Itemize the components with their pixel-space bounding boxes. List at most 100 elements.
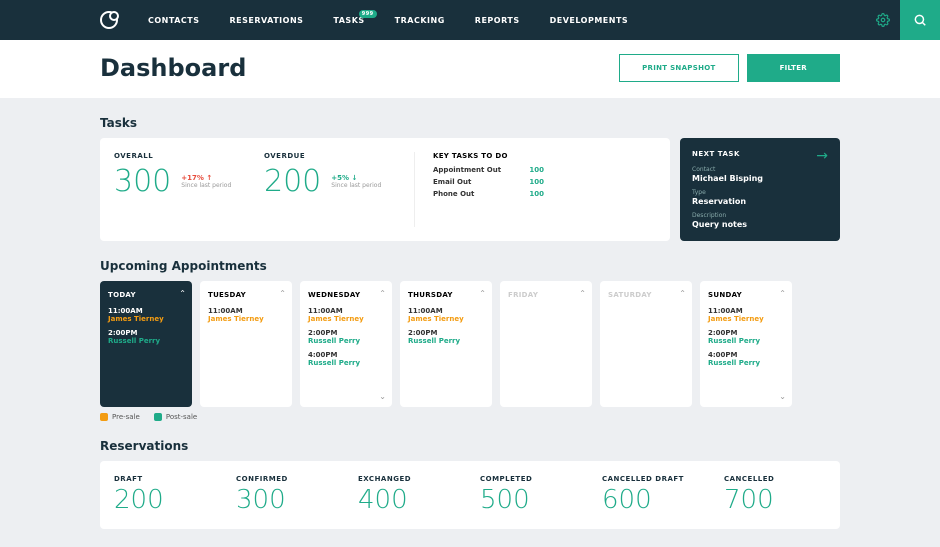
res-label: COMPLETED (480, 475, 582, 483)
reservation-col: CONFIRMED300 (236, 475, 338, 515)
res-label: CANCELLED DRAFT (602, 475, 704, 483)
chevron-up-icon: ⌃ (579, 289, 586, 298)
square-icon (154, 413, 162, 421)
appointment[interactable]: 11:00AMJames Tierney (208, 307, 284, 323)
next-task-label: Contact (692, 166, 828, 173)
appt-name: Russell Perry (308, 359, 384, 367)
nav-tasks[interactable]: TASKS999 (333, 16, 364, 25)
appointment[interactable]: 2:00PMRussell Perry (708, 329, 784, 345)
appt-time: 2:00PM (408, 329, 484, 337)
day-name: THURSDAY (408, 291, 484, 299)
stat-overdue: OVERDUE 200 +5% ↓ Since last period (264, 152, 414, 227)
key-task-row: Email Out100 (433, 178, 544, 186)
next-task-contact: Michael Bisping (692, 174, 828, 183)
chevron-up-icon: ⌃ (279, 289, 286, 298)
legend: Pre-sale Post-sale (100, 413, 840, 421)
appointment[interactable]: 4:00PMRussell Perry (708, 351, 784, 367)
appt-name: James Tierney (308, 315, 384, 323)
tasks-row: OVERALL 300 +17% ↑ Since last period OVE… (100, 138, 840, 241)
upcoming-title: Upcoming Appointments (100, 259, 840, 273)
res-value: 600 (602, 485, 704, 515)
nav-reservations[interactable]: RESERVATIONS (229, 16, 303, 25)
search-icon (913, 13, 927, 27)
nav-developments[interactable]: DEVELOPMENTS (550, 16, 629, 25)
appt-time: 11:00AM (208, 307, 284, 315)
appt-time: 11:00AM (308, 307, 384, 315)
res-value: 200 (114, 485, 216, 515)
next-task-title: NEXT TASK (692, 150, 828, 158)
appointment[interactable]: 11:00AMJames Tierney (408, 307, 484, 323)
stat-label: OVERALL (114, 152, 264, 160)
logo-icon[interactable] (100, 11, 118, 29)
appt-name: Russell Perry (108, 337, 184, 345)
chevron-up-icon: ⌃ (779, 289, 786, 298)
day-card[interactable]: TODAY⌃ 11:00AMJames Tierney 2:00PMRussell … (100, 281, 192, 407)
topbar-right (866, 0, 940, 40)
settings-button[interactable] (866, 0, 900, 40)
day-card[interactable]: THURSDAY⌃ 11:00AMJames Tierney 2:00PMRusse… (400, 281, 492, 407)
gear-icon (876, 13, 890, 27)
appt-name: Russell Perry (408, 337, 484, 345)
appt-name: Russell Perry (308, 337, 384, 345)
appointment[interactable]: 11:00AMJames Tierney (108, 307, 184, 323)
stat-value: 200 (264, 164, 321, 199)
filter-button[interactable]: FILTER (747, 54, 840, 82)
res-value: 500 (480, 485, 582, 515)
next-task-label: Description (692, 212, 828, 219)
nav-contacts[interactable]: CONTACTS (148, 16, 199, 25)
next-task-desc: Query notes (692, 220, 828, 229)
appt-time: 2:00PM (708, 329, 784, 337)
appointment[interactable]: 2:00PMRussell Perry (308, 329, 384, 345)
res-label: DRAFT (114, 475, 216, 483)
chevron-up-icon: ⌃ (379, 289, 386, 298)
page-header: Dashboard PRINT SNAPSHOT FILTER (0, 40, 940, 98)
appointment[interactable]: 11:00AMJames Tierney (308, 307, 384, 323)
appt-name: Russell Perry (708, 337, 784, 345)
appointment[interactable]: 4:00PMRussell Perry (308, 351, 384, 367)
next-task-card[interactable]: NEXT TASK → Contact Michael Bisping Type… (680, 138, 840, 241)
nav-tracking[interactable]: TRACKING (395, 16, 445, 25)
appointment[interactable]: 2:00PMRussell Perry (408, 329, 484, 345)
day-name: SATURDAY (608, 291, 684, 299)
nav-links: CONTACTS RESERVATIONS TASKS999 TRACKING … (148, 16, 866, 25)
day-card[interactable]: SATURDAY⌃ (600, 281, 692, 407)
search-button[interactable] (900, 0, 940, 40)
appt-name: James Tierney (108, 315, 184, 323)
res-label: EXCHANGED (358, 475, 460, 483)
appointment[interactable]: 11:00AMJames Tierney (708, 307, 784, 323)
stat-delta: +17% ↑ (181, 174, 231, 182)
next-task-type: Reservation (692, 197, 828, 206)
appt-time: 4:00PM (308, 351, 384, 359)
top-nav: CONTACTS RESERVATIONS TASKS999 TRACKING … (0, 0, 940, 40)
reservation-col: DRAFT 200 (114, 475, 216, 515)
chevron-up-icon: ⌃ (179, 289, 186, 298)
nav-reports[interactable]: REPORTS (475, 16, 520, 25)
res-label: CANCELLED (724, 475, 826, 483)
appointment[interactable]: 2:00PMRussell Perry (108, 329, 184, 345)
appt-name: James Tierney (208, 315, 284, 323)
key-tasks: KEY TASKS TO DO Appointment Out100 Email… (414, 152, 544, 227)
day-card[interactable]: WEDNESDAY⌃11:00AMJames Tierney2:00PMRuss… (300, 281, 392, 407)
stat-sub: Since last period (331, 182, 381, 189)
stat-value: 300 (114, 164, 171, 199)
appt-name: James Tierney (708, 315, 784, 323)
stat-overall: OVERALL 300 +17% ↑ Since last period (114, 152, 264, 227)
chevron-up-icon: ⌃ (479, 289, 486, 298)
chevron-down-icon[interactable]: ⌄ (379, 392, 386, 401)
appointments-row: TODAY⌃11:00AMJames Tierney2:00PMRussell … (100, 281, 840, 407)
chevron-down-icon[interactable]: ⌄ (779, 392, 786, 401)
print-snapshot-button[interactable]: PRINT SNAPSHOT (619, 54, 738, 82)
main-content: Tasks OVERALL 300 +17% ↑ Since last peri… (0, 98, 940, 547)
day-name: TODAY (108, 291, 184, 299)
appt-time: 2:00PM (108, 329, 184, 337)
page-title: Dashboard (100, 54, 619, 82)
appt-time: 2:00PM (308, 329, 384, 337)
next-task-label: Type (692, 189, 828, 196)
res-value: 700 (724, 485, 826, 515)
day-card[interactable]: SUNDAY⌃11:00AMJames Tierney2:00PMRussell… (700, 281, 792, 407)
day-card[interactable]: FRIDAY⌃ (500, 281, 592, 407)
res-value: 400 (358, 485, 460, 515)
day-card[interactable]: TUESDAY⌃11:00AMJames Tierney (200, 281, 292, 407)
stat-label: OVERDUE (264, 152, 414, 160)
chevron-up-icon: ⌃ (679, 289, 686, 298)
